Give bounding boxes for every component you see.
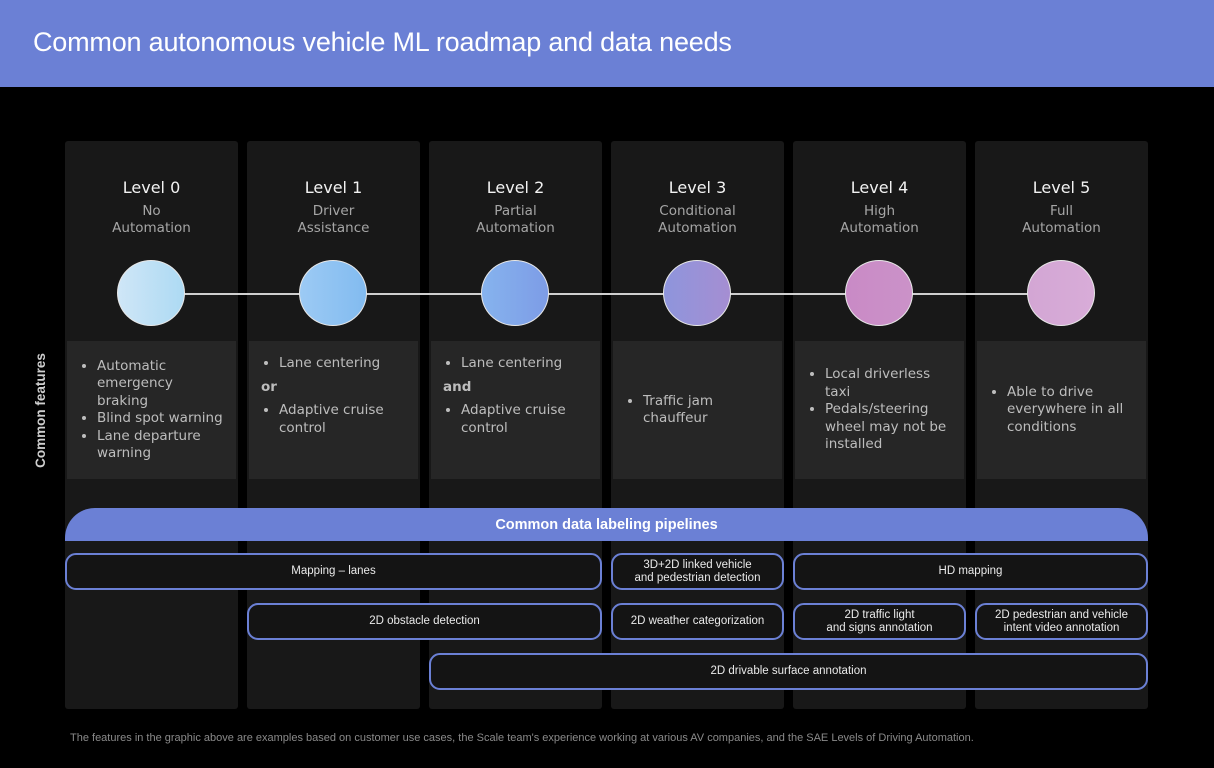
- pipeline-label: 2D pedestrian and vehicle intent video an…: [995, 608, 1128, 634]
- level-circle-icon: [481, 260, 549, 326]
- level-subtitle: Partial Automation: [429, 203, 602, 237]
- pipeline-pill: 2D obstacle detection: [247, 603, 602, 640]
- level-subtitle-line: Automation: [840, 220, 919, 236]
- pipeline-label: Mapping – lanes: [291, 565, 376, 577]
- feature-conjunction: or: [261, 378, 277, 395]
- features-box-level-3: Traffic jam chauffeur: [613, 341, 782, 479]
- features-box-level-5: Able to drive everywhere in all conditio…: [977, 341, 1146, 479]
- level-circle-icon: [663, 260, 731, 326]
- pipeline-pill: 2D pedestrian and vehicle intent video an…: [975, 603, 1148, 640]
- level-subtitle: No Automation: [65, 203, 238, 237]
- level-circle-icon: [1027, 260, 1095, 326]
- level-title: Level 4: [850, 178, 909, 197]
- feature-item: Blind spot warning: [97, 410, 226, 428]
- level-subtitle-line: No: [142, 203, 161, 219]
- pipeline-pill: 2D weather categorization: [611, 603, 784, 640]
- page-title: Common autonomous vehicle ML roadmap and…: [33, 27, 732, 57]
- feature-list: Able to drive everywhere in all conditio…: [991, 384, 1136, 437]
- level-title: Level 3: [668, 178, 727, 197]
- level-subtitle-line: Automation: [1022, 220, 1101, 236]
- pipeline-pill: Mapping – lanes: [65, 553, 602, 590]
- feature-item: Traffic jam chauffeur: [643, 393, 772, 428]
- feature-list: Local driverless taxiPedals/steering whe…: [809, 366, 954, 454]
- pipelines-header: Common data labeling pipelines: [65, 508, 1148, 541]
- level-subtitle-line: Assistance: [297, 220, 370, 236]
- feature-item: Adaptive cruise control: [461, 402, 590, 437]
- pipeline-pill: HD mapping: [793, 553, 1148, 590]
- pipeline-label: HD mapping: [938, 565, 1003, 577]
- pipeline-label: 2D weather categorization: [630, 615, 765, 627]
- pipeline-label: 2D traffic light and signs annotation: [826, 608, 933, 634]
- pipeline-pill: 2D drivable surface annotation: [429, 653, 1148, 690]
- level-subtitle-line: Driver: [312, 203, 355, 219]
- feature-item: Lane centering: [461, 355, 590, 373]
- common-features-label: Common features: [32, 352, 48, 468]
- feature-item: Local driverless taxi: [825, 366, 954, 401]
- level-subtitle-line: Automation: [476, 220, 555, 236]
- feature-conjunction: and: [443, 378, 472, 395]
- level-subtitle-line: Partial: [494, 203, 537, 219]
- level-subtitle-line: Automation: [658, 220, 737, 236]
- level-subtitle-line: Full: [1049, 203, 1074, 219]
- level-subtitle: Driver Assistance: [247, 203, 420, 237]
- feature-list: Adaptive cruise control: [263, 402, 408, 437]
- header-banner: Common autonomous vehicle ML roadmap and…: [0, 0, 1214, 87]
- level-title: Level 5: [1032, 178, 1091, 197]
- footnote: The features in the graphic above are ex…: [70, 732, 974, 744]
- feature-item: Adaptive cruise control: [279, 402, 408, 437]
- feature-item: Able to drive everywhere in all conditio…: [1007, 384, 1136, 437]
- level-circle-icon: [845, 260, 913, 326]
- level-circle-icon: [117, 260, 185, 326]
- feature-list: Automatic emergency brakingBlind spot wa…: [81, 358, 226, 463]
- level-circle-icon: [299, 260, 367, 326]
- pipeline-pill: 2D traffic light and signs annotation: [793, 603, 966, 640]
- level-subtitle-line: Conditional: [659, 203, 736, 219]
- feature-item: Pedals/steering wheel may not be install…: [825, 401, 954, 454]
- features-box-level-0: Automatic emergency brakingBlind spot wa…: [67, 341, 236, 479]
- features-box-level-1: Lane centeringorAdaptive cruise control: [249, 341, 418, 479]
- pipeline-label: 2D obstacle detection: [369, 615, 480, 627]
- feature-item: Automatic emergency braking: [97, 358, 226, 411]
- features-box-level-2: Lane centering and Adaptive cruise control: [431, 341, 600, 479]
- level-title: Level 0: [122, 178, 181, 197]
- pipeline-pill: 3D+2D linked vehicle and pedestrian detec…: [611, 553, 784, 590]
- pipeline-label: 3D+2D linked vehicle and pedestrian detec…: [634, 558, 761, 584]
- features-box-level-4: Local driverless taxiPedals/steering whe…: [795, 341, 964, 479]
- level-subtitle-line: High: [863, 203, 896, 219]
- pipeline-label: 2D drivable surface annotation: [710, 665, 867, 677]
- timeline-line: [153, 293, 1060, 295]
- level-subtitle: Conditional Automation: [611, 203, 784, 237]
- level-title: Level 1: [304, 178, 363, 197]
- feature-item: Lane departure warning: [97, 428, 226, 463]
- level-subtitle: Full Automation: [975, 203, 1148, 237]
- feature-list: Traffic jam chauffeur: [627, 393, 772, 428]
- feature-list: Lane centering: [263, 355, 408, 373]
- feature-item: Lane centering: [279, 355, 408, 373]
- level-subtitle-line: Automation: [112, 220, 191, 236]
- feature-list: Lane centering: [445, 355, 590, 373]
- level-title: Level 2: [486, 178, 545, 197]
- level-subtitle: High Automation: [793, 203, 966, 237]
- feature-list: Adaptive cruise control: [445, 402, 590, 437]
- side-label-wrap: Common features: [10, 340, 70, 480]
